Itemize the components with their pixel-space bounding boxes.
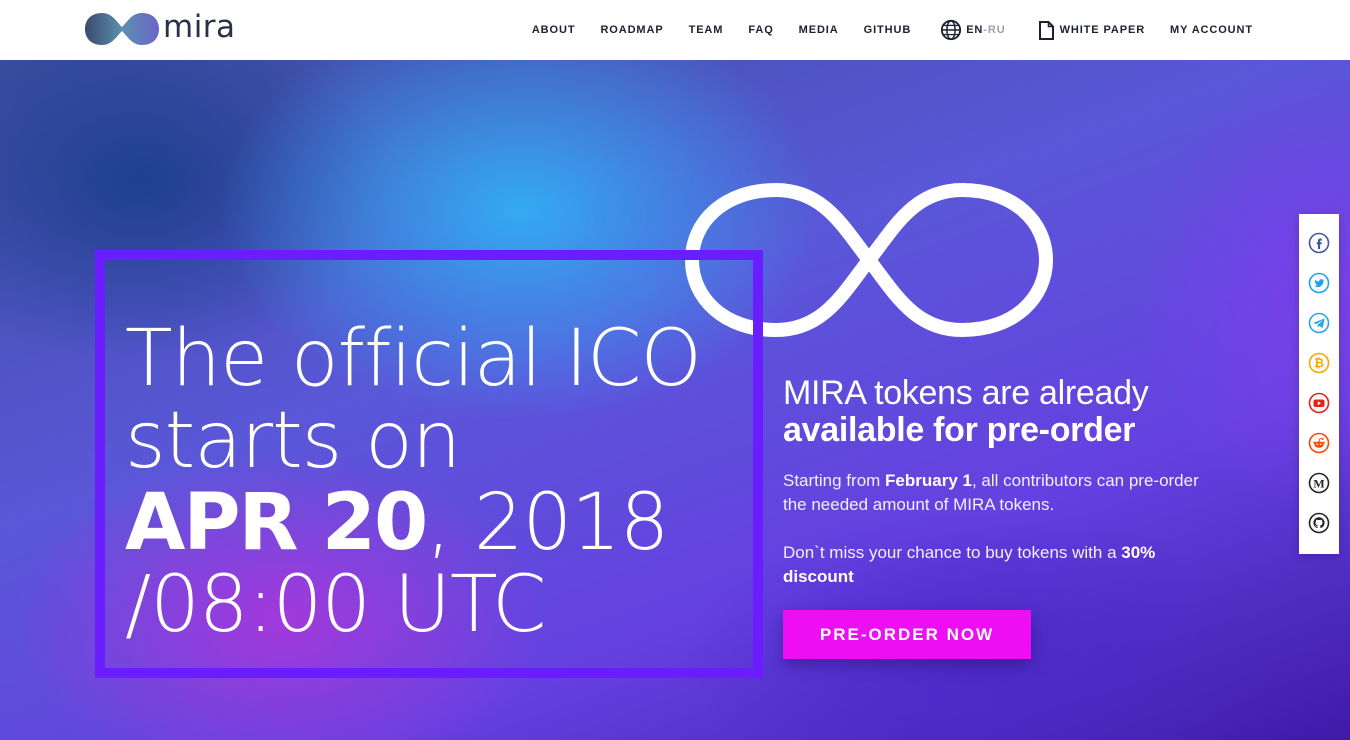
lang-current: EN bbox=[966, 24, 984, 36]
promo-p2-before: Don`t miss your chance to buy tokens wit… bbox=[783, 543, 1122, 562]
nav-team[interactable]: TEAM bbox=[689, 24, 724, 36]
headline-time: /08:00 UTC bbox=[125, 560, 546, 650]
document-icon bbox=[1038, 20, 1054, 40]
github-link[interactable] bbox=[1308, 512, 1330, 534]
main-nav: ABOUT ROADMAP TEAM FAQ MEDIA GITHUB EN - R… bbox=[532, 0, 1253, 60]
headline-date-line: APR 20, 2018 bbox=[125, 482, 701, 564]
nav-roadmap[interactable]: ROADMAP bbox=[600, 24, 663, 36]
pre-order-button[interactable]: PRE-ORDER NOW bbox=[783, 610, 1031, 659]
promo-block: MIRA tokens are already available for pr… bbox=[783, 375, 1203, 589]
headline-line-2: starts on bbox=[125, 396, 461, 486]
globe-icon bbox=[941, 19, 962, 41]
svg-text:M: M bbox=[1313, 476, 1324, 490]
bitcoin-link[interactable]: ₿ bbox=[1308, 352, 1330, 374]
twitter-link[interactable] bbox=[1308, 272, 1330, 294]
my-account-link[interactable]: MY ACCOUNT bbox=[1170, 24, 1253, 36]
promo-paragraph-1: Starting from February 1, all contributo… bbox=[783, 469, 1203, 517]
promo-p1-strong: February 1 bbox=[885, 471, 972, 490]
language-switcher[interactable]: EN - RU bbox=[940, 19, 1005, 41]
medium-link[interactable]: M bbox=[1308, 472, 1330, 494]
github-icon bbox=[1308, 512, 1330, 534]
white-paper-link[interactable]: WHITE PAPER bbox=[1038, 20, 1146, 40]
nav-faq[interactable]: FAQ bbox=[748, 24, 773, 36]
bitcoin-icon: ₿ bbox=[1308, 352, 1330, 374]
ico-headline: The official ICO starts on APR 20, 2018 … bbox=[125, 314, 702, 650]
headline-line-1: The official ICO bbox=[125, 314, 702, 404]
reddit-icon bbox=[1308, 432, 1330, 454]
promo-title: MIRA tokens are already available for pr… bbox=[783, 375, 1203, 449]
headline-date-rest: , 2018 bbox=[426, 478, 669, 568]
logo-text: mira bbox=[163, 9, 236, 45]
telegram-link[interactable] bbox=[1308, 312, 1330, 334]
nav-about[interactable]: ABOUT bbox=[532, 24, 576, 36]
medium-icon: M bbox=[1308, 472, 1330, 494]
hero-section: The official ICO starts on APR 20, 2018 … bbox=[0, 60, 1350, 740]
youtube-link[interactable] bbox=[1308, 392, 1330, 414]
twitter-icon bbox=[1308, 272, 1330, 294]
social-sidebar: ₿ M bbox=[1299, 214, 1339, 554]
facebook-link[interactable] bbox=[1308, 232, 1330, 254]
nav-media[interactable]: MEDIA bbox=[799, 24, 839, 36]
logo[interactable]: mira bbox=[84, 9, 236, 47]
svg-text:₿: ₿ bbox=[1314, 356, 1324, 370]
white-paper-label: WHITE PAPER bbox=[1059, 24, 1146, 36]
mira-logo-icon bbox=[85, 13, 159, 45]
site-header: mira ABOUT ROADMAP TEAM FAQ MEDIA GITHUB… bbox=[0, 0, 1350, 60]
promo-p1-before: Starting from bbox=[783, 471, 886, 490]
headline-date-strong: APR 20 bbox=[125, 478, 428, 568]
facebook-icon bbox=[1308, 232, 1330, 254]
lang-other: RU bbox=[987, 24, 1006, 36]
telegram-icon bbox=[1308, 312, 1330, 334]
reddit-link[interactable] bbox=[1308, 432, 1330, 454]
promo-paragraph-2: Don`t miss your chance to buy tokens wit… bbox=[783, 541, 1203, 589]
nav-github[interactable]: GITHUB bbox=[864, 24, 912, 36]
promo-title-bold: available for pre-order bbox=[783, 411, 1136, 449]
youtube-icon bbox=[1308, 392, 1330, 414]
promo-title-light: MIRA tokens are already bbox=[783, 374, 1149, 412]
